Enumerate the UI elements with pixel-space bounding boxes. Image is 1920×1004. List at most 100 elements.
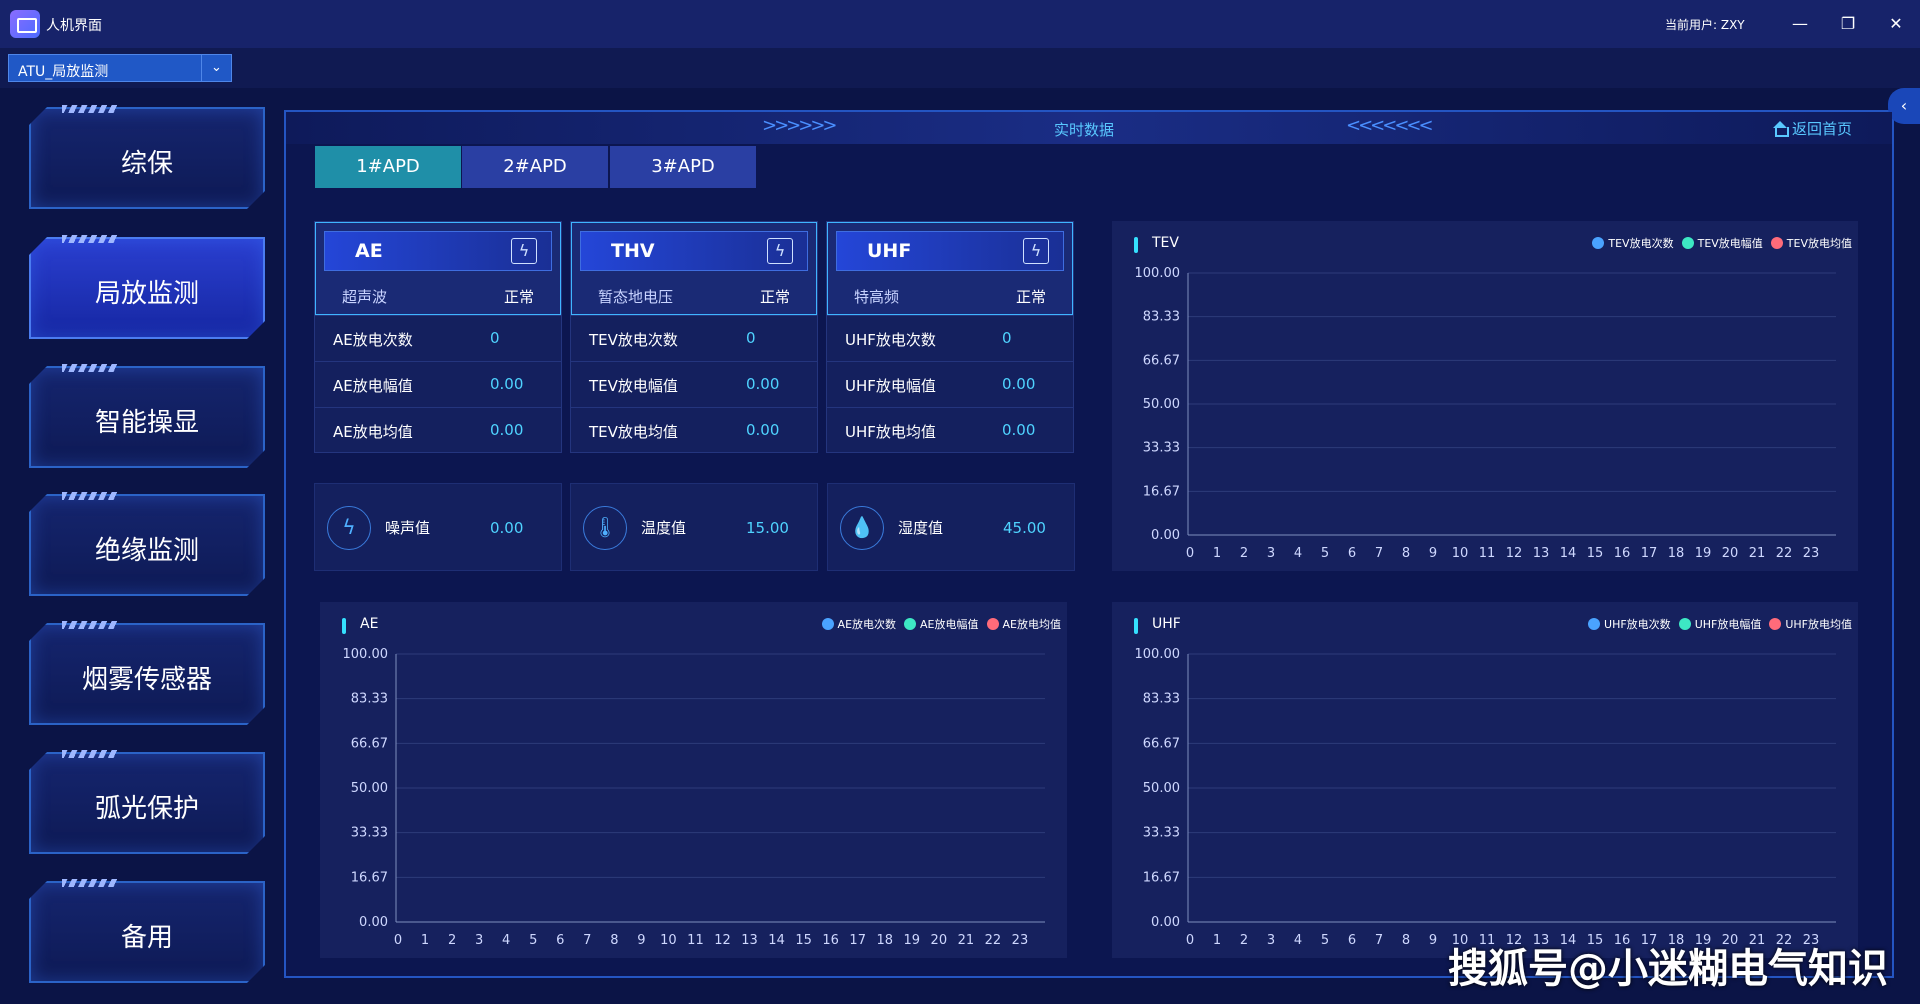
sensor-name-bar: AE ϟ: [324, 231, 552, 271]
legend-item[interactable]: AE放电幅值: [904, 616, 979, 632]
thermometer-icon: 🌡: [583, 506, 627, 550]
legend-label: UHF放电均值: [1785, 618, 1852, 631]
sensor-header: UHF ϟ 特高频 正常: [827, 222, 1073, 315]
x-tick-label: 4: [502, 933, 510, 948]
legend-item[interactable]: AE放电均值: [986, 616, 1061, 632]
y-tick-label: 83.33: [1143, 692, 1180, 707]
legend-item[interactable]: TEV放电幅值: [1681, 235, 1763, 251]
y-tick-label: 16.67: [1143, 484, 1180, 499]
chart-title-marker: [342, 618, 346, 634]
x-tick-label: 10: [1452, 546, 1469, 561]
sensor-name: UHF: [867, 240, 912, 262]
collapse-sidebar-button[interactable]: ‹: [1888, 88, 1920, 124]
x-tick-label: 21: [958, 933, 975, 948]
legend-item[interactable]: UHF放电幅值: [1678, 616, 1762, 632]
tab-3apd[interactable]: 3#APD: [610, 146, 756, 188]
x-tick-label: 22: [1776, 546, 1793, 561]
maximize-button[interactable]: ❐: [1836, 12, 1860, 36]
nav-item-label: 智能操显: [94, 408, 199, 438]
ae-chart: 0.00 16.67 33.33 50.00 66.67 83.33 100.00 0 1 2 3 4…: [320, 602, 1067, 958]
lightning-icon: ϟ: [767, 238, 793, 264]
x-tick-label: 23: [1012, 933, 1029, 948]
y-tick-label: 83.33: [1143, 310, 1180, 325]
nav-stripes-decoration: [62, 879, 118, 887]
y-tick-label: 100.00: [343, 647, 389, 662]
y-tick-label: 0.00: [1151, 915, 1180, 930]
lightning-icon: ϟ: [1023, 238, 1049, 264]
env-value: 45.00: [1003, 519, 1046, 537]
metric-row: UHF放电幅值 0.00: [827, 361, 1073, 407]
tab-2apd[interactable]: 2#APD: [462, 146, 608, 188]
y-tick-label: 83.33: [351, 692, 388, 707]
chevron-down-icon[interactable]: ⌄: [201, 55, 231, 81]
metric-row: TEV放电均值 0.00: [571, 407, 817, 453]
back-home-link[interactable]: 返回首页: [1772, 118, 1852, 139]
sensor-type: 暂态地电压: [598, 288, 674, 306]
x-tick-label: 20: [1722, 546, 1739, 561]
close-button[interactable]: ✕: [1884, 12, 1908, 36]
legend-dot-icon: [1592, 237, 1605, 249]
env-box-2: 💧 湿度值 45.00: [827, 483, 1075, 571]
nav-item-1[interactable]: 局放监测: [29, 237, 265, 339]
metric-label: AE放电均值: [333, 423, 413, 441]
module-select[interactable]: ATU_局放监测 ⌄: [8, 54, 232, 82]
x-tick-label: 7: [1375, 933, 1383, 948]
x-tick-label: 16: [822, 933, 839, 948]
x-tick-label: 4: [1294, 933, 1302, 948]
nav-item-4[interactable]: 烟雾传感器: [29, 623, 265, 725]
env-box-0: ϟ 噪声值 0.00: [314, 483, 562, 571]
x-tick-label: 13: [1533, 546, 1550, 561]
x-tick-label: 15: [795, 933, 812, 948]
legend-item[interactable]: TEV放电次数: [1592, 235, 1674, 251]
legend-item[interactable]: TEV放电均值: [1770, 235, 1852, 251]
x-tick-label: 5: [529, 933, 537, 948]
x-tick-label: 10: [660, 933, 677, 948]
metric-value: 0.00: [1002, 421, 1036, 439]
x-tick-label: 19: [904, 933, 921, 948]
env-box-1: 🌡 温度值 15.00: [570, 483, 818, 571]
metric-value: 0.00: [746, 421, 780, 439]
legend-dot-icon: [1770, 237, 1783, 249]
legend-dot-icon: [904, 618, 917, 630]
metric-label: UHF放电均值: [845, 423, 936, 441]
legend-item[interactable]: AE放电次数: [821, 616, 896, 632]
legend-dot-icon: [821, 618, 834, 630]
chart-title: UHF: [1152, 616, 1181, 632]
y-tick-label: 100.00: [1135, 266, 1181, 281]
tab-1apd[interactable]: 1#APD: [315, 146, 461, 188]
env-label: 噪声值: [385, 519, 431, 537]
nav-item-0[interactable]: 综保: [29, 107, 265, 209]
metric-row: TEV放电次数 0: [571, 315, 817, 361]
chart-title-marker: [1134, 237, 1138, 253]
x-tick-label: 8: [1402, 546, 1410, 561]
x-tick-label: 0: [394, 933, 402, 948]
x-tick-label: 1: [1213, 933, 1221, 948]
nav-item-5[interactable]: 弧光保护: [29, 752, 265, 854]
nav-item-3[interactable]: 绝缘监测: [29, 494, 265, 596]
legend-label: UHF放电幅值: [1694, 618, 1762, 631]
legend-item[interactable]: UHF放电次数: [1588, 616, 1671, 632]
x-tick-label: 17: [849, 933, 866, 948]
legend-dot-icon: [1769, 618, 1782, 630]
env-value: 15.00: [746, 519, 789, 537]
y-tick-label: 100.00: [1135, 647, 1181, 662]
legend-label: AE放电均值: [1002, 618, 1061, 631]
x-tick-label: 0: [1186, 546, 1194, 561]
nav-item-6[interactable]: 备用: [29, 881, 265, 983]
legend-item[interactable]: UHF放电均值: [1769, 616, 1852, 632]
x-tick-label: 6: [1348, 546, 1356, 561]
x-tick-label: 5: [1321, 933, 1329, 948]
x-tick-label: 9: [1429, 546, 1437, 561]
metric-value: 0: [490, 329, 500, 347]
sensor-card-uhf: UHF ϟ 特高频 正常 UHF放电次数 0 UHF放电幅值 0.00 UHF放电均值 0.00: [826, 221, 1074, 453]
x-tick-label: 8: [1402, 933, 1410, 948]
y-tick-label: 16.67: [1143, 870, 1180, 885]
x-tick-label: 2: [1240, 933, 1248, 948]
minimize-button[interactable]: —: [1788, 12, 1812, 36]
nav-item-2[interactable]: 智能操显: [29, 366, 265, 468]
sensor-card-ae: AE ϟ 超声波 正常 AE放电次数 0 AE放电幅值 0.00 AE放电均值 0.00: [314, 221, 562, 453]
x-tick-label: 7: [1375, 546, 1383, 561]
legend-dot-icon: [1681, 237, 1694, 249]
chevrons-decoration-left: >>>>>>: [762, 115, 837, 136]
metric-value: 0.00: [746, 375, 780, 393]
